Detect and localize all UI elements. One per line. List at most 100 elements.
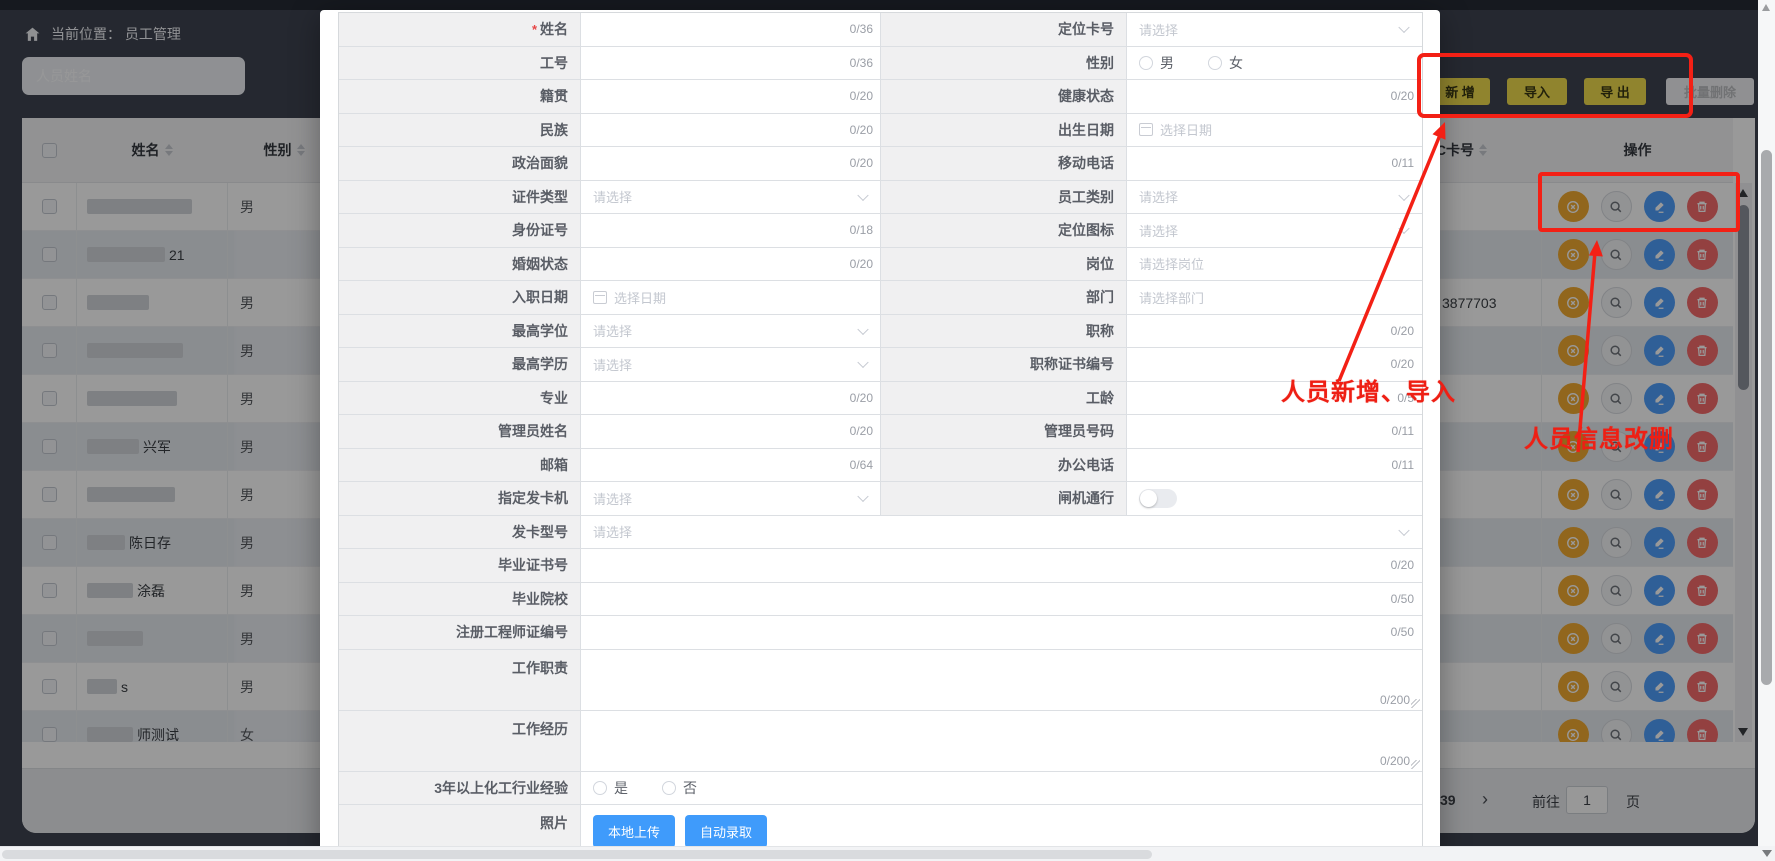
field-birth-date-input[interactable]: 选择日期 <box>1127 114 1422 147</box>
field-hire-date-input[interactable]: 选择日期 <box>581 281 881 314</box>
field-graduate-school-label: 毕业院校 <box>339 583 581 616</box>
field-admin-no-input[interactable]: 0/11 <box>1127 415 1422 448</box>
field-highest-education-input[interactable]: 请选择 <box>581 348 881 381</box>
calendar-icon <box>1139 123 1153 136</box>
field-admin-name-input[interactable]: 0/20 <box>581 415 881 448</box>
radio-option[interactable]: 是 <box>593 778 628 798</box>
placeholder-text: 请选择 <box>1139 20 1178 39</box>
field-political-status-input[interactable]: 0/20 <box>581 147 881 180</box>
field-highest-degree-cell: 请选择 <box>581 315 881 348</box>
field-admin-no-label: 管理员号码 <box>880 415 1127 448</box>
field-employee-no-cell: 0/36 <box>581 47 881 80</box>
browser-vertical-scrollbar[interactable] <box>1758 0 1775 846</box>
field-job-duty-cell: 0/200 <box>581 650 1422 710</box>
field-mobile-phone-input[interactable]: 0/11 <box>1127 147 1422 180</box>
field-employee-type-label: 员工类别 <box>880 181 1127 214</box>
form-row: 专业0/20工龄0/5 <box>339 382 1422 416</box>
field-native-place-input[interactable]: 0/20 <box>581 80 881 113</box>
field-marital-status-label: 婚姻状态 <box>339 248 581 281</box>
placeholder-text: 请选择 <box>593 355 632 374</box>
annotation-add-import: 人员新增、导入 <box>1281 372 1456 407</box>
browser-horizontal-scrollbar[interactable] <box>0 846 1775 861</box>
field-graduate-school-input[interactable]: 0/50 <box>581 583 1422 616</box>
form-row: 工号0/36性别男女 <box>339 47 1422 81</box>
field-id-type-cell: 请选择 <box>581 181 881 214</box>
radio-option[interactable]: 否 <box>662 778 697 798</box>
field-card-issuer-cell: 请选择 <box>581 482 881 515</box>
radio-option[interactable]: 女 <box>1208 53 1243 73</box>
radio-icon <box>1208 56 1222 70</box>
form-row: 婚姻状态0/20岗位请选择岗位 <box>339 248 1422 282</box>
field-post-input[interactable]: 请选择岗位 <box>1127 248 1422 281</box>
field-employee-no-input[interactable]: 0/36 <box>581 47 881 80</box>
field-department-input[interactable]: 请选择部门 <box>1127 281 1422 314</box>
field-employee-type-input[interactable]: 请选择 <box>1127 181 1422 214</box>
field-location-icon-input[interactable]: 请选择 <box>1127 214 1422 247</box>
field-name-input[interactable]: 0/36 <box>581 13 881 46</box>
form-row: 工作经历0/200 <box>339 711 1422 772</box>
field-gender-label: 性别 <box>880 47 1127 80</box>
local-upload-button[interactable]: 本地上传 <box>593 815 675 848</box>
field-post-label: 岗位 <box>880 248 1127 281</box>
field-office-phone-input[interactable]: 0/11 <box>1127 449 1422 482</box>
field-marital-status-input[interactable]: 0/20 <box>581 248 881 281</box>
scroll-up-icon[interactable] <box>1762 4 1770 11</box>
resize-grip[interactable] <box>1411 760 1420 769</box>
field-card-issuer-input[interactable]: 请选择 <box>581 482 881 515</box>
field-hire-date-cell: 选择日期 <box>581 281 881 314</box>
placeholder-text: 选择日期 <box>1160 120 1212 139</box>
toggle-switch[interactable] <box>1139 489 1177 508</box>
field-email-input[interactable]: 0/64 <box>581 449 881 482</box>
field-gender-input[interactable]: 男女 <box>1127 47 1422 80</box>
placeholder-text: 选择日期 <box>614 288 666 307</box>
char-counter: 0/20 <box>850 123 873 137</box>
field-diploma-no-input[interactable]: 0/20 <box>581 549 1422 582</box>
field-id-number-input[interactable]: 0/18 <box>581 214 881 247</box>
annotation-box-toolbar <box>1417 53 1693 118</box>
field-id-type-input[interactable]: 请选择 <box>581 181 881 214</box>
field-location-card-no-cell: 请选择 <box>1127 13 1422 46</box>
char-counter: 0/20 <box>850 156 873 170</box>
char-counter: 0/20 <box>1391 89 1414 103</box>
radio-option[interactable]: 男 <box>1139 53 1174 73</box>
chevron-down-icon <box>1398 22 1409 33</box>
vertical-scrollbar-thumb[interactable] <box>1761 150 1772 685</box>
char-counter: 0/11 <box>1392 156 1414 170</box>
field-registered-engineer-no-input[interactable]: 0/50 <box>581 616 1422 649</box>
char-counter: 0/36 <box>850 56 873 70</box>
field-job-duty-input[interactable]: 0/200 <box>581 650 1422 710</box>
field-work-experience-input[interactable]: 0/200 <box>581 711 1422 771</box>
form-row: 注册工程师证编号0/50 <box>339 616 1422 650</box>
field-job-title-input[interactable]: 0/20 <box>1127 315 1422 348</box>
form-row: 邮箱0/64办公电话0/11 <box>339 449 1422 483</box>
field-health-status-input[interactable]: 0/20 <box>1127 80 1422 113</box>
scroll-down-icon <box>1762 850 1772 857</box>
char-counter: 0/20 <box>850 391 873 405</box>
field-gate-pass-input[interactable] <box>1127 482 1422 515</box>
form-row: 工作职责0/200 <box>339 650 1422 711</box>
field-ethnicity-label: 民族 <box>339 114 581 147</box>
field-ethnicity-input[interactable]: 0/20 <box>581 114 881 147</box>
chevron-down-icon <box>857 491 868 502</box>
char-counter: 0/20 <box>850 89 873 103</box>
field-office-phone-label: 办公电话 <box>880 449 1127 482</box>
scrollbar-corner[interactable] <box>1758 846 1775 861</box>
form-row: 毕业院校0/50 <box>339 583 1422 617</box>
form-row: 政治面貌0/20移动电话0/11 <box>339 147 1422 181</box>
form-row: 民族0/20出生日期选择日期 <box>339 114 1422 148</box>
placeholder-text: 请选择 <box>593 187 632 206</box>
field-location-card-no-input[interactable]: 请选择 <box>1127 13 1422 46</box>
form-row: 籍贯0/20健康状态0/20 <box>339 80 1422 114</box>
auto-capture-button[interactable]: 自动录取 <box>685 815 767 848</box>
employee-form-dialog: *姓名0/36定位卡号请选择工号0/36性别男女籍贯0/20健康状态0/20民族… <box>320 10 1440 861</box>
field-major-input[interactable]: 0/20 <box>581 382 881 415</box>
field-highest-education-cell: 请选择 <box>581 348 881 381</box>
field-admin-no-cell: 0/11 <box>1127 415 1422 448</box>
char-counter: 0/20 <box>850 424 873 438</box>
field-card-model-input[interactable]: 请选择 <box>581 516 1422 549</box>
field-highest-degree-input[interactable]: 请选择 <box>581 315 881 348</box>
field-chemical-experience-input[interactable]: 是否 <box>581 772 1422 805</box>
resize-grip[interactable] <box>1411 699 1420 708</box>
horizontal-scrollbar-thumb[interactable] <box>2 850 1152 859</box>
field-id-type-label: 证件类型 <box>339 181 581 214</box>
